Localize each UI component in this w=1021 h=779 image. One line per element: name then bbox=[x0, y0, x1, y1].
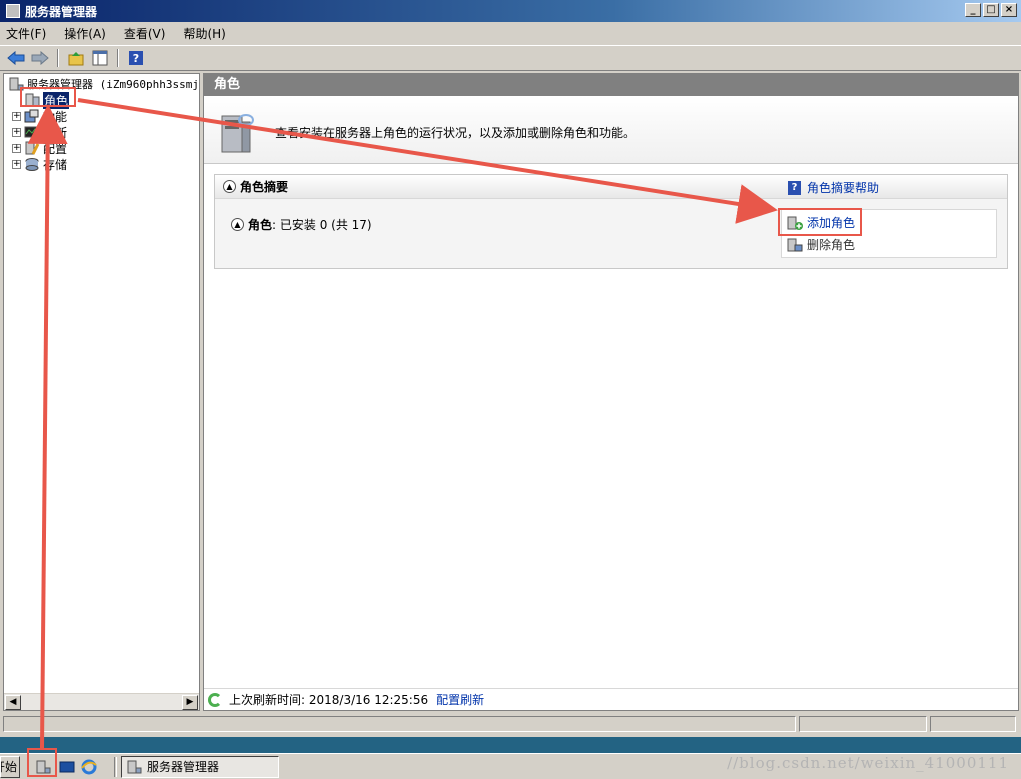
remove-role-icon bbox=[787, 238, 803, 251]
desktop-strip bbox=[0, 737, 1021, 753]
tree-item-features[interactable]: + 功能 bbox=[12, 108, 67, 124]
taskbar-server-manager-button[interactable]: 服务器管理器 bbox=[121, 755, 279, 778]
expand-icon[interactable]: + bbox=[12, 111, 21, 121]
forward-icon[interactable] bbox=[30, 48, 50, 68]
annotation-box-roles bbox=[20, 87, 76, 107]
refresh-bar: 上次刷新时间: 2018/3/16 12:25:56 配置刷新 bbox=[204, 688, 1018, 710]
tree-pane: 服务器管理器 (iZm960phh3ssmj 角色 + 功能 + 诊断 + 配置… bbox=[3, 73, 200, 711]
menu-bar: 文件(F) 操作(A) 查看(V) 帮助(H) bbox=[0, 22, 1021, 44]
minimize-button[interactable]: _ bbox=[965, 3, 981, 17]
refresh-icon[interactable] bbox=[208, 692, 222, 707]
summary-header[interactable]: ▲ 角色摘要 ? 角色摘要帮助 bbox=[215, 175, 1007, 199]
back-icon[interactable] bbox=[6, 48, 26, 68]
svg-text:?: ? bbox=[133, 52, 139, 65]
close-button[interactable]: × bbox=[1001, 3, 1017, 17]
status-cell bbox=[799, 716, 927, 732]
annotation-box-add-roles bbox=[778, 208, 862, 236]
configure-refresh-link[interactable]: 配置刷新 bbox=[436, 691, 484, 708]
tree-item-label: 功能 bbox=[43, 109, 68, 124]
pane-title: 角色 bbox=[204, 74, 1018, 96]
server-graphic-icon bbox=[221, 114, 254, 153]
roles-status-line: ▲ 角色 : 已安装 0 (共 17) bbox=[231, 216, 372, 233]
scroll-left-icon[interactable]: ◀ bbox=[5, 695, 21, 710]
storage-icon bbox=[25, 158, 39, 171]
last-refresh-text: 上次刷新时间: 2018/3/16 12:25:56 bbox=[229, 693, 429, 707]
roles-label: 角色 bbox=[248, 218, 273, 232]
powershell-quicklaunch-icon[interactable] bbox=[58, 758, 76, 776]
summary-title: 角色摘要 bbox=[240, 180, 289, 194]
watermark: //blog.csdn.net/weixin_41000111 bbox=[727, 754, 1009, 772]
menu-file[interactable]: 文件(F) bbox=[6, 25, 46, 42]
summary-help-link[interactable]: ? 角色摘要帮助 bbox=[788, 179, 879, 196]
expand-icon[interactable]: + bbox=[12, 159, 21, 169]
help-link-label: 角色摘要帮助 bbox=[807, 181, 880, 195]
roles-status: : 已安装 0 (共 17) bbox=[272, 218, 372, 232]
intro-text: 查看安装在服务器上角色的运行状况，以及添加或删除角色和功能。 bbox=[275, 126, 636, 140]
help-icon[interactable]: ? bbox=[126, 48, 146, 68]
tree-item-label: 存储 bbox=[43, 157, 68, 172]
help-icon: ? bbox=[788, 180, 801, 195]
configuration-icon bbox=[25, 141, 40, 155]
menu-help[interactable]: 帮助(H) bbox=[183, 25, 225, 42]
remove-roles-link[interactable]: 删除角色 bbox=[787, 236, 855, 253]
maximize-button[interactable]: □ bbox=[983, 3, 999, 17]
toolbar-separator bbox=[117, 49, 119, 67]
tree-item-label: 配置 bbox=[43, 141, 68, 156]
intro-banner: 查看安装在服务器上角色的运行状况，以及添加或删除角色和功能。 bbox=[204, 96, 1018, 164]
remove-roles-label: 删除角色 bbox=[807, 238, 856, 252]
menu-view[interactable]: 查看(V) bbox=[124, 25, 166, 42]
toolbar-separator bbox=[57, 49, 59, 67]
taskbar-separator bbox=[114, 756, 117, 777]
collapse-icon[interactable]: ▲ bbox=[231, 218, 244, 231]
menu-action[interactable]: 操作(A) bbox=[64, 25, 106, 42]
server-manager-icon bbox=[6, 4, 20, 18]
tree-horizontal-scrollbar[interactable]: ◀ ▶ bbox=[4, 693, 199, 710]
toolbar: ? bbox=[0, 45, 1021, 71]
start-label: 开始 bbox=[1, 760, 17, 774]
features-icon bbox=[24, 109, 39, 123]
show-hide-tree-icon[interactable] bbox=[90, 48, 110, 68]
scroll-right-icon[interactable]: ▶ bbox=[182, 695, 198, 710]
collapse-icon[interactable]: ▲ bbox=[223, 180, 236, 193]
up-folder-icon[interactable] bbox=[66, 48, 86, 68]
roles-summary-section: ▲ 角色摘要 ? 角色摘要帮助 ▲ 角色 : 已安装 0 (共 17) 添加角色… bbox=[214, 174, 1008, 269]
details-pane: 角色 查看安装在服务器上角色的运行状况，以及添加或删除角色和功能。 ▲ 角色摘要… bbox=[203, 73, 1019, 711]
tree-item-diagnostics[interactable]: + 诊断 bbox=[12, 124, 67, 140]
taskbar-button-label: 服务器管理器 bbox=[147, 760, 220, 774]
server-manager-icon bbox=[127, 760, 142, 773]
diagnostics-icon bbox=[24, 126, 40, 138]
status-bar bbox=[0, 714, 1021, 734]
status-cell bbox=[930, 716, 1016, 732]
expand-icon[interactable]: + bbox=[12, 143, 21, 153]
tree-item-label: 诊断 bbox=[43, 125, 68, 140]
start-button[interactable]: 开始 bbox=[0, 755, 20, 778]
tree-item-storage[interactable]: + 存储 bbox=[12, 156, 67, 172]
tree-item-configuration[interactable]: + 配置 bbox=[12, 140, 67, 156]
annotation-box-taskbar bbox=[27, 748, 57, 777]
expand-icon[interactable]: + bbox=[12, 127, 21, 137]
ie-quicklaunch-icon[interactable] bbox=[80, 758, 98, 776]
status-cell bbox=[3, 716, 796, 732]
title-bar: 服务器管理器 _ □ × bbox=[0, 0, 1021, 22]
window-title: 服务器管理器 bbox=[25, 4, 98, 19]
